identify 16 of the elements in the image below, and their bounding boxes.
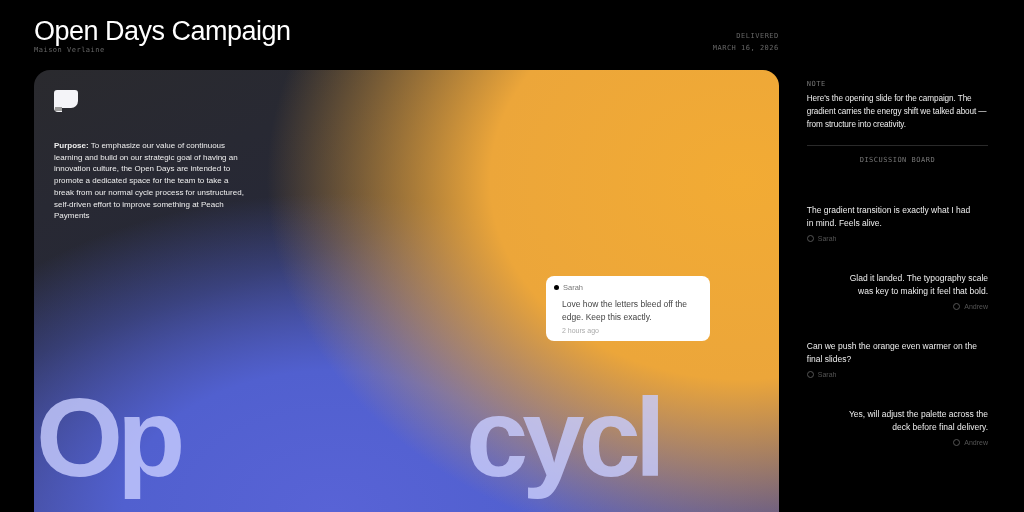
comment-text: Yes, will adjust the palette across the deck before final delivery. [847, 408, 988, 434]
avatar-icon [806, 235, 814, 242]
comment-text: Glad it landed. The typography scale was key to making it feel that bold. [848, 272, 988, 298]
purpose-text: Purpose: To emphasize our value of continuous learning and build on our strategic goal of having an innovation culture, the Open Days are intended to promote a dedicated space for the team to take a break from our normal cycle process for unstructured, self-driven effort to improve something at Peach Payments [54, 140, 245, 222]
comment-text: Can we push the orange even warmer on the final slides? [806, 340, 978, 366]
logo-icon [54, 90, 78, 112]
comment-text: Love how the letters bleed off the edge. Keep this exactly. [562, 298, 689, 323]
slide-headline: cycl [466, 374, 660, 502]
comment-text: The gradient transition is exactly what I had in mind. Feels alive. [806, 204, 972, 230]
page-title: Open Days Campaign [34, 16, 291, 46]
author-dot [554, 285, 559, 290]
avatar-icon [953, 303, 961, 310]
avatar-icon [806, 371, 814, 378]
note-text: Here's the opening slide for the campaign. The gradient carries the energy shift we talked about — from structure into creativity. [806, 93, 988, 131]
slide-headline: Op [36, 374, 180, 502]
avatar-icon [953, 439, 961, 446]
